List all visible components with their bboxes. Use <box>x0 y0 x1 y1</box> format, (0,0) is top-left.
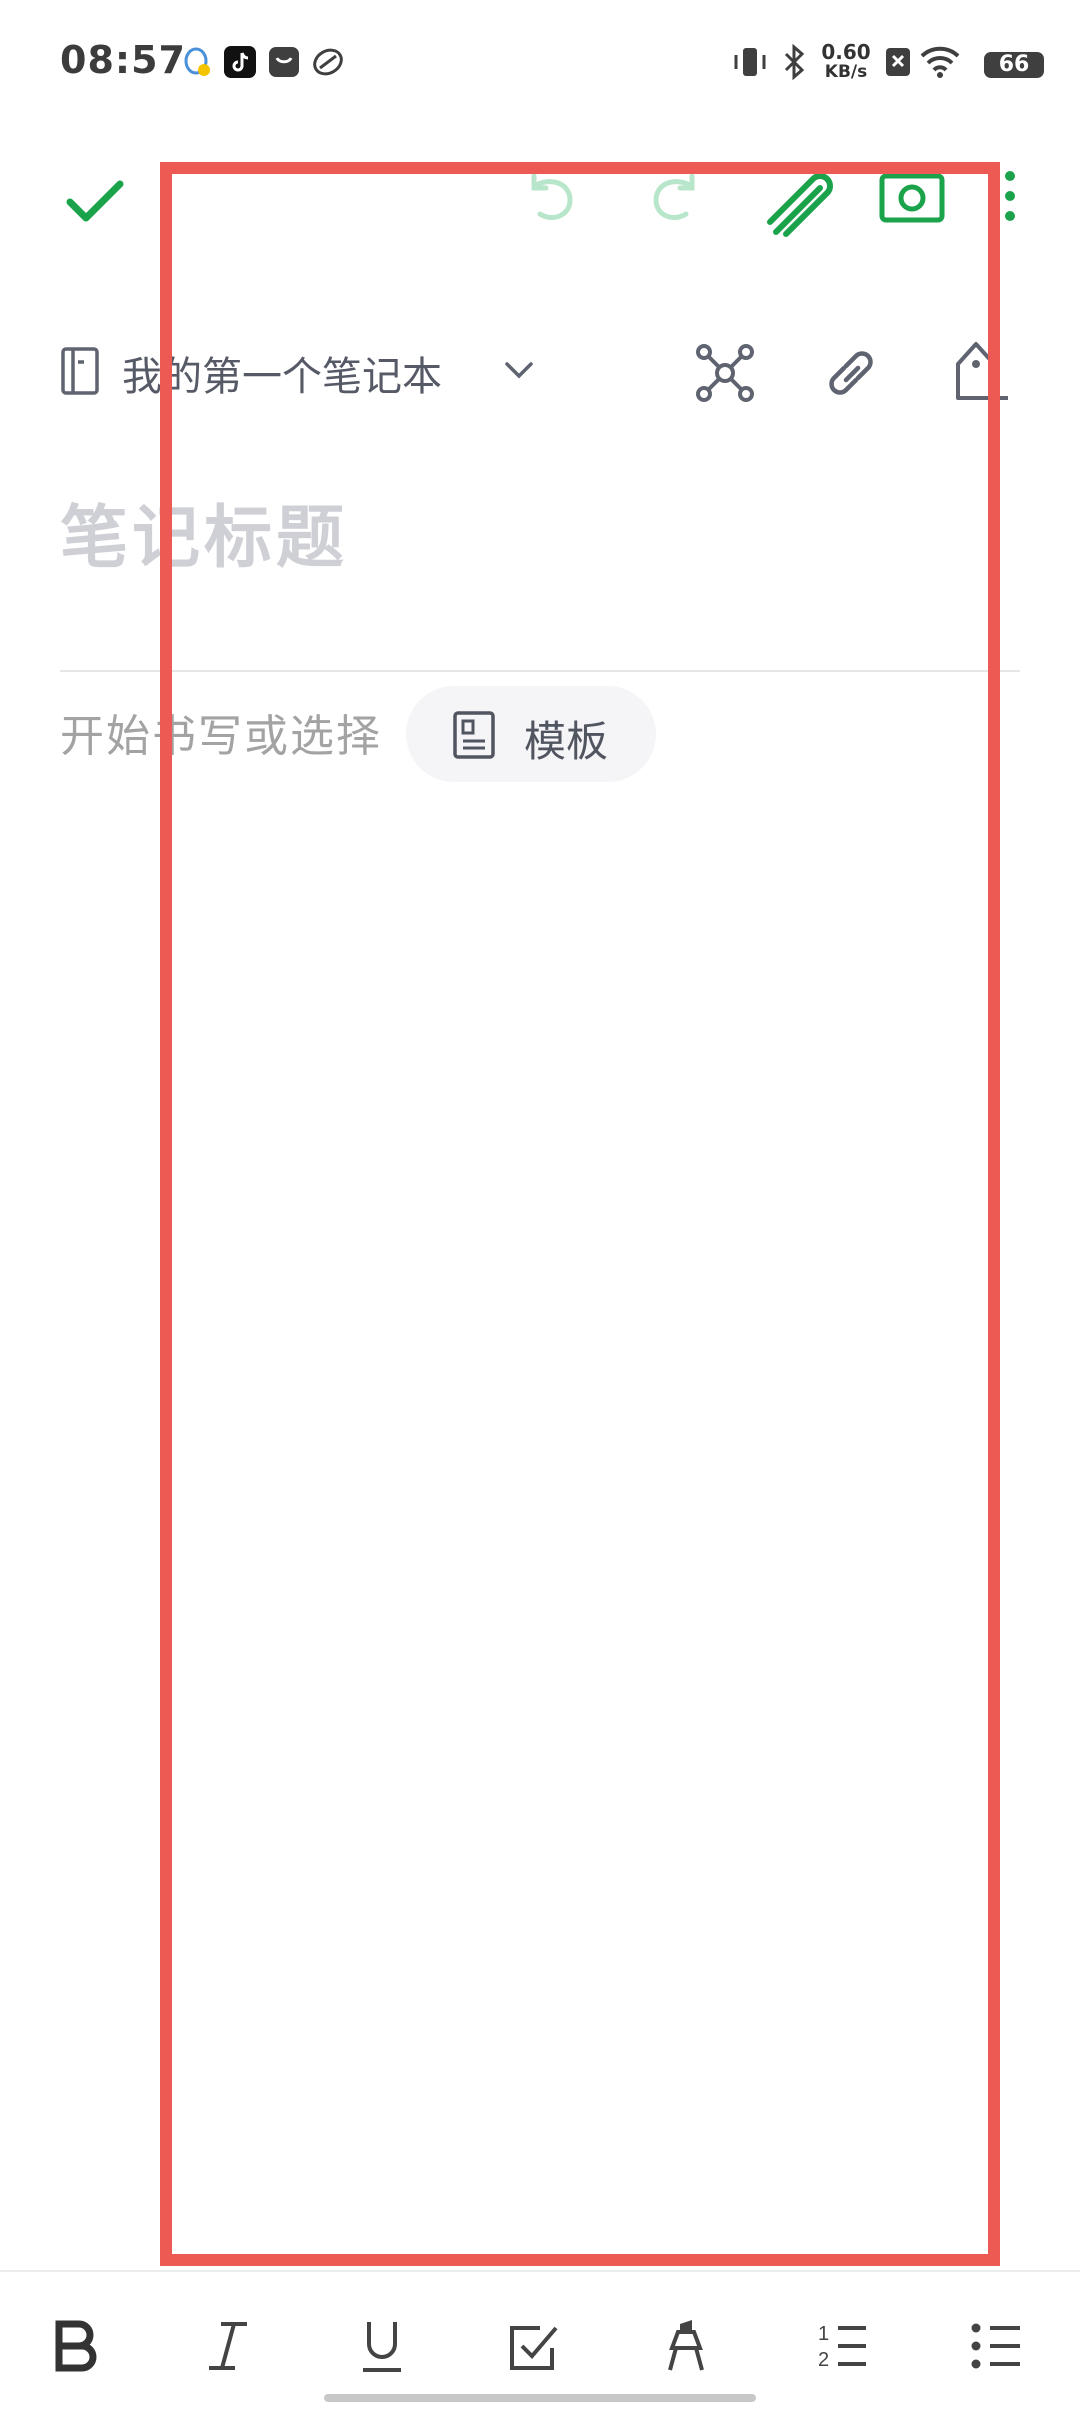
no-sim-icon <box>880 44 916 80</box>
bluetooth-icon <box>776 43 812 81</box>
net-speed: 0.60 KB/s <box>820 42 872 82</box>
numbered-list-icon[interactable]: 12 <box>806 2310 878 2382</box>
status-time: 08:57 <box>60 38 186 82</box>
net-speed-unit: KB/s <box>824 62 868 82</box>
more-icon[interactable] <box>996 164 1024 236</box>
shopping-bag-icon <box>266 44 302 80</box>
italic-icon[interactable] <box>192 2310 264 2382</box>
notebook-icon <box>60 346 100 396</box>
wifi-icon <box>918 44 962 80</box>
underline-icon[interactable] <box>346 2310 418 2382</box>
bold-icon[interactable] <box>40 2310 112 2382</box>
selection-highlight-box <box>160 162 1000 2266</box>
net-speed-value: 0.60 <box>821 40 871 64</box>
tiktok-icon <box>222 44 258 80</box>
battery-indicator: 66 <box>984 52 1044 78</box>
vibrate-icon <box>730 44 770 80</box>
status-bar: 08:57 0.60 KB/s 66 <box>0 0 1080 130</box>
checkbox-icon[interactable] <box>498 2310 570 2382</box>
format-toolbar: 12 <box>0 2270 1080 2410</box>
highlighter-icon[interactable] <box>652 2310 724 2382</box>
svg-text:2: 2 <box>818 2349 829 2371</box>
home-indicator[interactable] <box>324 2394 756 2402</box>
ball-icon <box>310 44 346 80</box>
qq-icon <box>178 44 214 80</box>
bullet-list-icon[interactable] <box>960 2310 1032 2382</box>
check-icon[interactable] <box>60 164 132 236</box>
svg-text:1: 1 <box>818 2323 829 2345</box>
